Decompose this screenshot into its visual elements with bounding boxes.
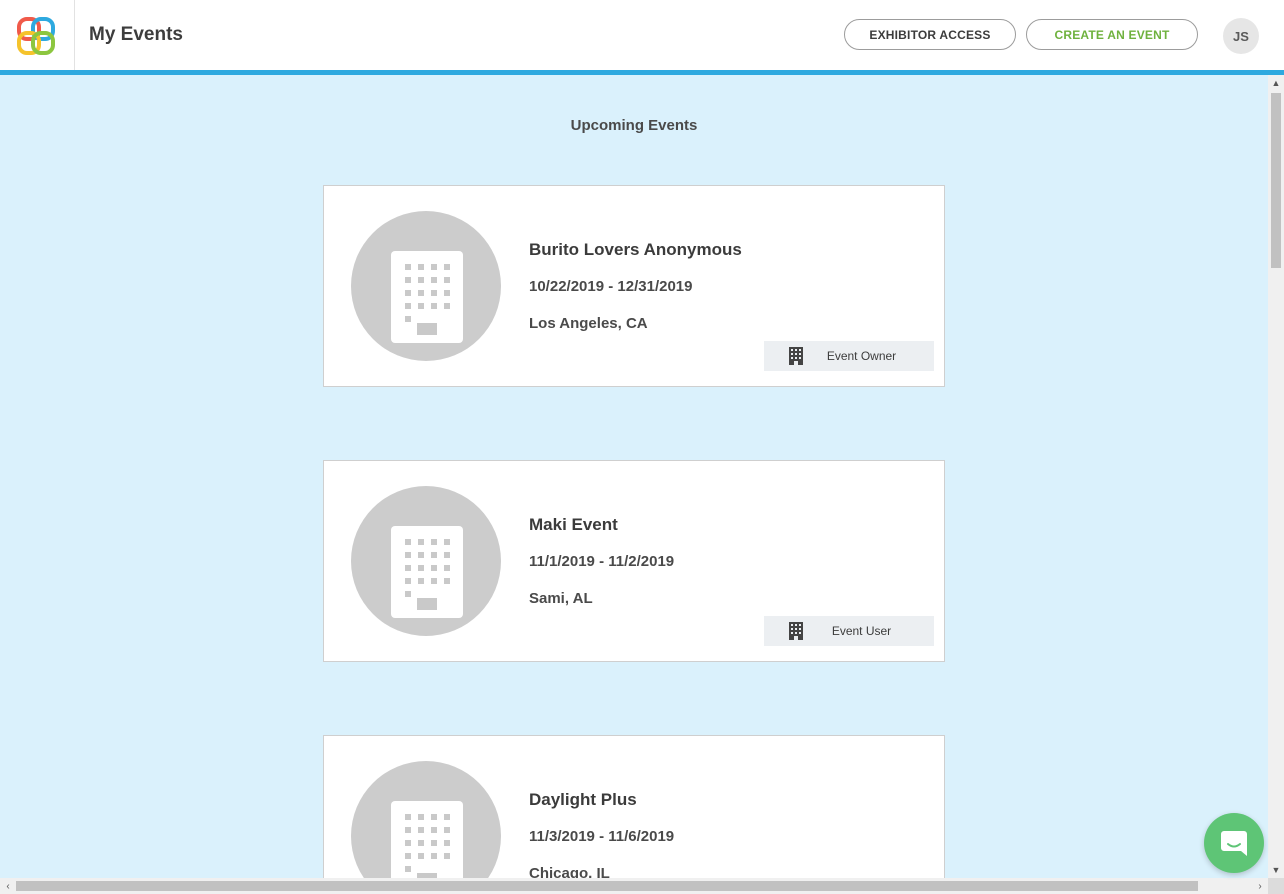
horizontal-scroll-thumb[interactable] xyxy=(16,881,1198,891)
scroll-up-icon[interactable]: ▲ xyxy=(1268,75,1284,91)
event-card[interactable]: Burito Lovers Anonymous 10/22/2019 - 12/… xyxy=(323,185,945,387)
chat-bubble-icon xyxy=(1221,831,1247,856)
building-icon xyxy=(391,801,463,878)
event-location: Sami, AL xyxy=(529,590,593,607)
event-image-placeholder xyxy=(351,211,501,361)
role-badge: Event User xyxy=(764,616,934,646)
scroll-left-icon[interactable]: ‹ xyxy=(0,878,16,894)
interlocking-rings-logo-icon xyxy=(17,17,55,55)
vertical-scrollbar[interactable]: ▲ ▼ xyxy=(1268,75,1284,878)
event-card[interactable]: Daylight Plus 11/3/2019 - 11/6/2019 Chic… xyxy=(323,735,945,878)
scroll-down-icon[interactable]: ▼ xyxy=(1268,862,1284,878)
event-dates: 11/3/2019 - 11/6/2019 xyxy=(529,828,675,845)
event-image-placeholder xyxy=(351,761,501,878)
create-event-button[interactable]: CREATE AN EVENT xyxy=(1026,19,1198,50)
event-location: Chicago, IL xyxy=(529,865,610,878)
event-location: Los Angeles, CA xyxy=(529,315,648,332)
event-name[interactable]: Maki Event xyxy=(529,515,618,535)
chat-launcher-button[interactable] xyxy=(1204,813,1264,873)
horizontal-scrollbar[interactable]: ‹ › xyxy=(0,878,1268,894)
app-logo[interactable] xyxy=(15,15,57,57)
event-image-placeholder xyxy=(351,486,501,636)
scroll-right-icon[interactable]: › xyxy=(1252,878,1268,894)
page-title: My Events xyxy=(89,24,183,45)
role-badge: Event Owner xyxy=(764,341,934,371)
event-dates: 10/22/2019 - 12/31/2019 xyxy=(529,278,693,295)
role-label: Event User xyxy=(831,624,892,638)
top-header: My Events EXHIBITOR ACCESS CREATE AN EVE… xyxy=(0,0,1284,75)
user-avatar[interactable]: JS xyxy=(1223,18,1259,54)
event-dates: 11/1/2019 - 11/2/2019 xyxy=(529,553,675,570)
scrollbar-corner xyxy=(1268,878,1284,894)
role-label: Event Owner xyxy=(826,349,897,363)
header-divider xyxy=(74,0,75,70)
exhibitor-access-button[interactable]: EXHIBITOR ACCESS xyxy=(844,19,1016,50)
building-icon xyxy=(391,251,463,343)
event-card[interactable]: Maki Event 11/1/2019 - 11/2/2019 Sami, A… xyxy=(323,460,945,662)
section-title: Upcoming Events xyxy=(570,117,698,134)
event-name[interactable]: Daylight Plus xyxy=(529,790,637,810)
event-name[interactable]: Burito Lovers Anonymous xyxy=(529,240,742,260)
vertical-scroll-thumb[interactable] xyxy=(1271,93,1281,268)
building-icon xyxy=(391,526,463,618)
